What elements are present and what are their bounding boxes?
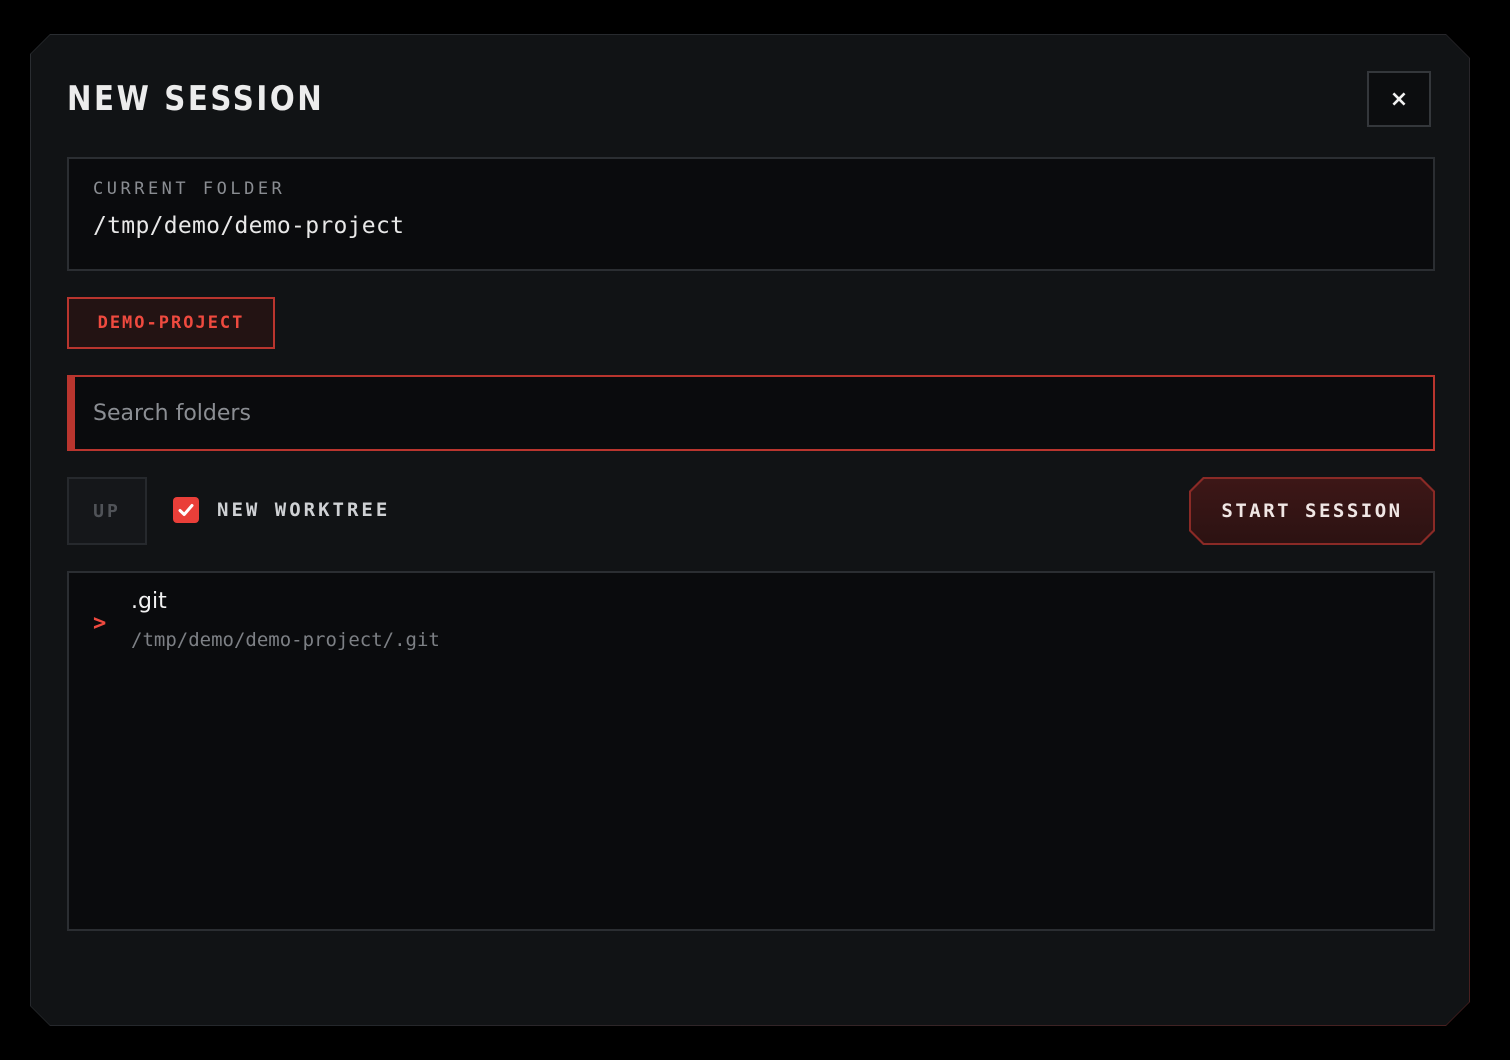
new-session-dialog-frame: NEW SESSION × CURRENT FOLDER /tmp/demo/d… — [30, 34, 1470, 1026]
close-button[interactable]: × — [1367, 71, 1431, 127]
new-worktree-label[interactable]: NEW WORKTREE — [217, 497, 390, 523]
folder-list: > .git /tmp/demo/demo-project/.git — [67, 571, 1435, 931]
current-folder-label: CURRENT FOLDER — [93, 179, 286, 199]
new-worktree-checkbox[interactable] — [173, 497, 199, 523]
search-input[interactable] — [75, 377, 1433, 449]
chevron-right-icon: > — [93, 611, 107, 636]
new-session-dialog: NEW SESSION × CURRENT FOLDER /tmp/demo/d… — [31, 35, 1469, 1025]
up-button[interactable]: UP — [67, 477, 147, 545]
start-session-button[interactable]: START SESSION — [1189, 477, 1435, 545]
search-field — [67, 375, 1435, 451]
project-chip[interactable]: DEMO-PROJECT — [67, 297, 275, 349]
folder-name: .git — [131, 589, 167, 614]
list-item-git[interactable]: > .git /tmp/demo/demo-project/.git — [69, 587, 1433, 661]
dialog-title: NEW SESSION — [67, 79, 325, 119]
close-icon: × — [1389, 86, 1409, 112]
current-folder-path: /tmp/demo/demo-project — [93, 213, 405, 239]
current-folder-panel: CURRENT FOLDER /tmp/demo/demo-project — [67, 157, 1435, 271]
checkmark-icon — [177, 501, 195, 519]
start-session-label: START SESSION — [1191, 479, 1433, 543]
folder-path: /tmp/demo/demo-project/.git — [131, 629, 440, 651]
